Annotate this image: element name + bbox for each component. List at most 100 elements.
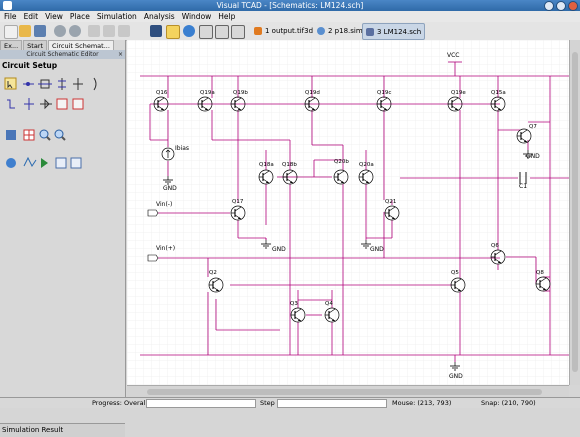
- doc-tab-schematic[interactable]: 3 LM124.sch: [362, 23, 426, 40]
- source-tool-icon[interactable]: [24, 98, 34, 110]
- maximize-button[interactable]: [556, 1, 566, 11]
- doc-tab-label: 3 LM124.sch: [377, 27, 422, 36]
- menu-file[interactable]: File: [4, 12, 17, 21]
- label-q19c: Q19c: [377, 90, 391, 96]
- main-toolbar: 1 output.tif3d 2 p18.sim 3 LM124.sch: [0, 22, 580, 41]
- probe-tool-icon[interactable]: [23, 156, 37, 167]
- label-q4: Q4: [325, 301, 333, 307]
- window-title: Visual TCAD - [Schematics: LM124.sch]: [216, 1, 364, 10]
- resistor-tool-icon[interactable]: [38, 79, 52, 89]
- cut-icon[interactable]: [88, 25, 100, 37]
- gnd-label: GND: [449, 373, 463, 380]
- status-bar: Progress: Overall Step Mouse: (213, 793)…: [0, 397, 580, 408]
- menu-help[interactable]: Help: [218, 12, 235, 21]
- label-q16: Q16: [156, 90, 168, 96]
- sim-file-icon: [317, 26, 325, 35]
- horizontal-scroll-thumb[interactable]: [147, 389, 542, 395]
- paste-icon[interactable]: [118, 25, 130, 37]
- label-q2: Q2: [209, 270, 217, 276]
- vertical-scrollbar[interactable]: [569, 40, 580, 385]
- box-tool-icon[interactable]: [56, 98, 68, 110]
- inductor-tool-icon[interactable]: [93, 77, 97, 91]
- panel-subtitle: Circuit Schematic Editor ×: [0, 50, 125, 59]
- circuit-setup-heading: Circuit Setup: [2, 61, 58, 70]
- label-q3: Q3: [290, 301, 298, 307]
- zoom-region-icon[interactable]: [23, 129, 35, 141]
- label-q19e: Q19e: [451, 90, 466, 96]
- run-simulation-icon[interactable]: [41, 158, 48, 168]
- label-q20b: Q20b: [334, 159, 349, 165]
- left-panel: Ex... Start Circuit Schemat... Circuit S…: [0, 40, 126, 437]
- tile-windows-icon[interactable]: [215, 25, 229, 39]
- select-tool-icon[interactable]: [4, 77, 17, 90]
- c1-label: C1: [519, 183, 527, 190]
- gnd-label: GND: [370, 246, 384, 253]
- label-q18a: Q18a: [259, 162, 274, 168]
- cascade-windows-icon[interactable]: [199, 25, 213, 39]
- vertical-scroll-thumb[interactable]: [572, 52, 578, 372]
- label-q20a: Q20a: [359, 162, 374, 168]
- menu-view[interactable]: View: [45, 12, 63, 21]
- vin-plus-port[interactable]: [147, 254, 159, 262]
- label-q19b: Q19b: [233, 90, 248, 96]
- redo-icon[interactable]: [69, 25, 81, 37]
- vin-minus-port[interactable]: [147, 209, 159, 217]
- label-q19a: Q19a: [200, 90, 215, 96]
- ibias-label: Ibias: [175, 145, 189, 152]
- vin-plus-label: Vin(+): [156, 245, 175, 252]
- title-bar: Visual TCAD - [Schematics: LM124.sch]: [0, 0, 580, 11]
- label-q18b: Q18b: [282, 162, 297, 168]
- capacitor-tool-icon[interactable]: [58, 78, 66, 90]
- panel-subtitle-text: Circuit Schematic Editor: [26, 51, 99, 58]
- step-tool-icon[interactable]: [7, 99, 15, 109]
- netlist-icon[interactable]: [55, 157, 67, 169]
- tif3d-file-icon: [254, 26, 262, 35]
- node-tool-icon[interactable]: [73, 78, 83, 90]
- simulation-result-panel[interactable]: Simulation Result: [0, 423, 125, 437]
- pointer-icon[interactable]: [166, 25, 180, 39]
- save-icon[interactable]: [34, 25, 46, 37]
- close-button[interactable]: [568, 1, 578, 11]
- label-q8: Q8: [536, 270, 544, 276]
- tool-palette: [4, 77, 97, 169]
- label-q7: Q7: [529, 124, 537, 130]
- menu-place[interactable]: Place: [70, 12, 90, 21]
- close-icon[interactable]: ×: [118, 50, 123, 59]
- tile-vertical-icon[interactable]: [231, 25, 245, 39]
- gnd-label: GND: [272, 246, 286, 253]
- plot-icon[interactable]: [70, 157, 82, 169]
- copy-icon[interactable]: [103, 25, 115, 37]
- box2-tool-icon[interactable]: [72, 98, 84, 110]
- gnd-label: GND: [163, 185, 177, 192]
- menu-simulation[interactable]: Simulation: [97, 12, 137, 21]
- simulation-result-label: Simulation Result: [2, 426, 64, 434]
- menu-window[interactable]: Window: [182, 12, 212, 21]
- schematic-canvas[interactable]: Ibias C1 Vin(-) Vin(+) VCC Q16 Q19a Q19b…: [127, 40, 569, 385]
- new-file-icon[interactable]: [4, 25, 18, 39]
- diode-tool-icon[interactable]: [40, 98, 52, 110]
- wire-tool-icon[interactable]: [23, 82, 34, 86]
- label-q5: Q5: [451, 270, 459, 276]
- schematic-svg[interactable]: Ibias C1 Vin(-) Vin(+) VCC Q16 Q19a Q19b…: [127, 40, 569, 385]
- label-q15a: Q15a: [491, 90, 506, 96]
- doc-tab-sim[interactable]: 2 p18.sim: [314, 23, 366, 38]
- terminal-icon[interactable]: [150, 25, 162, 37]
- label-q21: Q21: [385, 199, 396, 205]
- schematic-file-icon: [366, 27, 374, 36]
- menu-edit[interactable]: Edit: [24, 12, 39, 21]
- menu-analysis[interactable]: Analysis: [144, 12, 175, 21]
- grid-view-icon[interactable]: [6, 130, 16, 140]
- open-folder-icon[interactable]: [19, 25, 31, 37]
- menu-bar: File Edit View Place Simulation Analysis…: [0, 11, 580, 22]
- zoom-in-icon[interactable]: [39, 129, 51, 141]
- help-icon[interactable]: [183, 25, 195, 37]
- doc-tab-label: 1 output.tif3d: [265, 26, 314, 35]
- undo-icon[interactable]: [54, 25, 66, 37]
- app-icon: [3, 1, 12, 10]
- minimize-button[interactable]: [544, 1, 554, 11]
- settings-icon[interactable]: [6, 158, 16, 168]
- vin-minus-label: Vin(-): [156, 201, 172, 208]
- doc-tab-label: 2 p18.sim: [328, 26, 363, 35]
- zoom-out-icon[interactable]: [54, 129, 66, 141]
- doc-tab-output[interactable]: 1 output.tif3d: [251, 23, 316, 38]
